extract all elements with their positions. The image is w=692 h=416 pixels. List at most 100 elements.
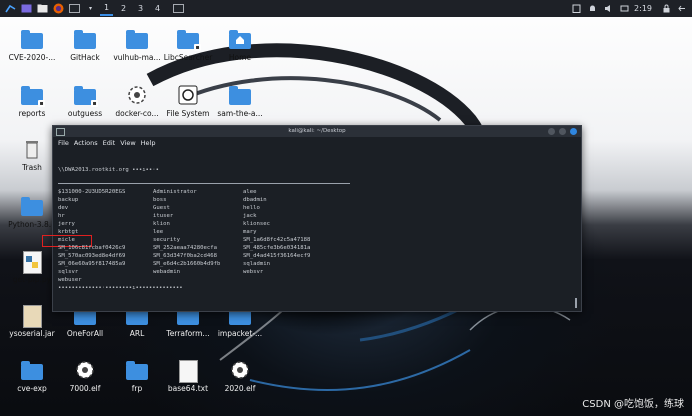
user-cell: security: [153, 237, 180, 243]
terminal-titlebar[interactable]: kali@kali: ~/Desktop: [53, 126, 581, 137]
terminal-title: kali@kali: ~/Desktop: [288, 128, 346, 134]
desktop-icon-reports[interactable]: ▪ reports: [3, 85, 61, 118]
folder-icon: [21, 29, 43, 49]
desktop-icon-outguess[interactable]: ▪ outguess: [56, 85, 114, 118]
gear-icon: [126, 85, 148, 105]
home-icon: [229, 29, 251, 49]
minimize-button[interactable]: [548, 128, 555, 135]
gear-icon: [74, 360, 96, 380]
file-manager-icon[interactable]: [37, 3, 48, 14]
user-cell: SM_06e60a95f817485a9: [58, 261, 126, 267]
user-cell: $131000-2U3UD5R20EGS: [58, 189, 126, 195]
lock-icon: ▪: [194, 44, 201, 51]
terminal-output[interactable]: \\DWA2013.rootkit.org •••ı••·• $131000-2…: [42, 149, 581, 309]
taskbar-terminal-icon[interactable]: [172, 2, 185, 15]
user-cell: SM_485cfe3b6e034181a: [243, 245, 311, 251]
user-cell: mary: [243, 229, 257, 235]
user-cell: SM_106c81fcbaf0426c9: [58, 245, 126, 251]
folder-icon: [74, 29, 96, 49]
terminal-window[interactable]: kali@kali: ~/Desktop File Actions Edit V…: [42, 125, 582, 312]
desktop-icon-base64-txt[interactable]: base64.txt: [159, 360, 217, 393]
user-cell: SM_63d347f0ba2cd468: [153, 253, 217, 259]
watermark: CSDN @吃饱饭，练球: [582, 399, 684, 410]
maximize-button[interactable]: [559, 128, 566, 135]
menu-file[interactable]: File: [58, 139, 69, 147]
trash-icon: [21, 139, 43, 159]
disk-icon: [177, 85, 199, 105]
user-cell: websvr: [243, 269, 264, 275]
desktop-icon-cve-2020[interactable]: CVE-2020-...: [3, 29, 61, 62]
user-cell: SM_570ac093ed8e4df69: [58, 253, 126, 259]
folder-icon: [126, 360, 148, 380]
user-cell: boss: [153, 197, 167, 203]
folder-icon: [126, 29, 148, 49]
menu-actions[interactable]: Actions: [74, 139, 98, 147]
user-cell: hr: [58, 213, 65, 219]
desktop-icon-docker-compose[interactable]: docker-co...: [108, 85, 166, 118]
user-cell: SM_252aeaa74280ecfa: [153, 245, 217, 251]
logout-icon[interactable]: [677, 3, 688, 14]
user-cell: SM_e6d4c2b1660b4d9fb: [153, 261, 221, 267]
desktop-icon-libcsearcher[interactable]: ▪ LibcSearcher: [159, 29, 217, 62]
user-cell: dev: [58, 205, 69, 211]
kali-menu-icon[interactable]: [5, 3, 16, 14]
user-cell: sqladmin: [243, 261, 270, 267]
user-cell: klion: [153, 221, 170, 227]
menu-view[interactable]: View: [120, 139, 135, 147]
text-file-icon: [177, 360, 199, 383]
terminal-scrollbar[interactable]: [575, 298, 577, 308]
user-cell: webuser: [58, 277, 82, 283]
folder-icon: ▪: [21, 85, 45, 107]
desktop-icon-2020-elf[interactable]: 2020.elf: [211, 360, 269, 393]
lock-icon: ▪: [38, 100, 45, 107]
terminal-header-line: \\DWA2013.rootkit.org •••ı••·•: [58, 167, 160, 173]
user-cell: lee: [153, 229, 164, 235]
workspace-3[interactable]: 3: [134, 2, 147, 15]
workspace-4[interactable]: 4: [151, 2, 164, 15]
terminal-menubar: File Actions Edit View Help: [53, 137, 581, 149]
separator: [58, 183, 350, 184]
desktop-icon-file-system[interactable]: File System: [159, 85, 217, 118]
user-cell: webadmin: [153, 269, 180, 275]
desktop-icon-cve-exp[interactable]: cve-exp: [3, 360, 61, 393]
folder-icon: [229, 85, 251, 105]
workspace-2[interactable]: 2: [117, 2, 130, 15]
python-file-icon: [21, 251, 43, 274]
power-status-icon[interactable]: [619, 3, 630, 14]
desktop-icon-frp[interactable]: frp: [108, 360, 166, 393]
user-cell: hello: [243, 205, 260, 211]
desktop-icon-vulhub[interactable]: vulhub-ma...: [108, 29, 166, 62]
top-panel: ▾ 1 2 3 4 2:19: [0, 0, 692, 17]
desktop-icon-sam-the-admin[interactable]: sam-the-a...: [211, 85, 269, 118]
folder-icon: ▪: [74, 85, 98, 107]
user-cell: jack: [243, 213, 257, 219]
show-desktop-icon[interactable]: [21, 3, 32, 14]
folder-icon: [21, 196, 43, 216]
firefox-icon[interactable]: [53, 3, 64, 14]
menu-help[interactable]: Help: [141, 139, 156, 147]
lock-icon: ▪: [91, 100, 98, 107]
lock-screen-icon[interactable]: [661, 3, 672, 14]
volume-icon[interactable]: [603, 3, 614, 14]
user-cell: Administrator: [153, 189, 197, 195]
folder-icon: [21, 360, 43, 380]
user-cell: jerry: [58, 221, 75, 227]
user-cell: alee: [243, 189, 257, 195]
close-button[interactable]: [570, 128, 577, 135]
desktop-icon-7000-elf[interactable]: 7000.elf: [56, 360, 114, 393]
workspace-1[interactable]: 1: [100, 1, 113, 16]
clock[interactable]: 2:19: [634, 4, 652, 13]
desktop-icon-home[interactable]: Home: [211, 29, 269, 62]
menu-edit[interactable]: Edit: [103, 139, 116, 147]
user-cell: klionsec: [243, 221, 270, 227]
notification-bell-icon[interactable]: [587, 3, 598, 14]
user-cell: Guest: [153, 205, 170, 211]
desktop-icon-githack[interactable]: GitHack: [56, 29, 114, 62]
jar-file-icon: [21, 305, 43, 328]
terminal-footer-line: •••••••••••••·••••••••ı••••••••••••••: [58, 285, 183, 291]
terminal-launcher-icon[interactable]: [69, 3, 80, 14]
user-cell: ituser: [153, 213, 174, 219]
clipboard-icon[interactable]: [571, 3, 582, 14]
user-cell: SM_1a6d8fc42c5a47188: [243, 237, 311, 243]
launcher-dropdown-icon[interactable]: ▾: [85, 3, 96, 14]
